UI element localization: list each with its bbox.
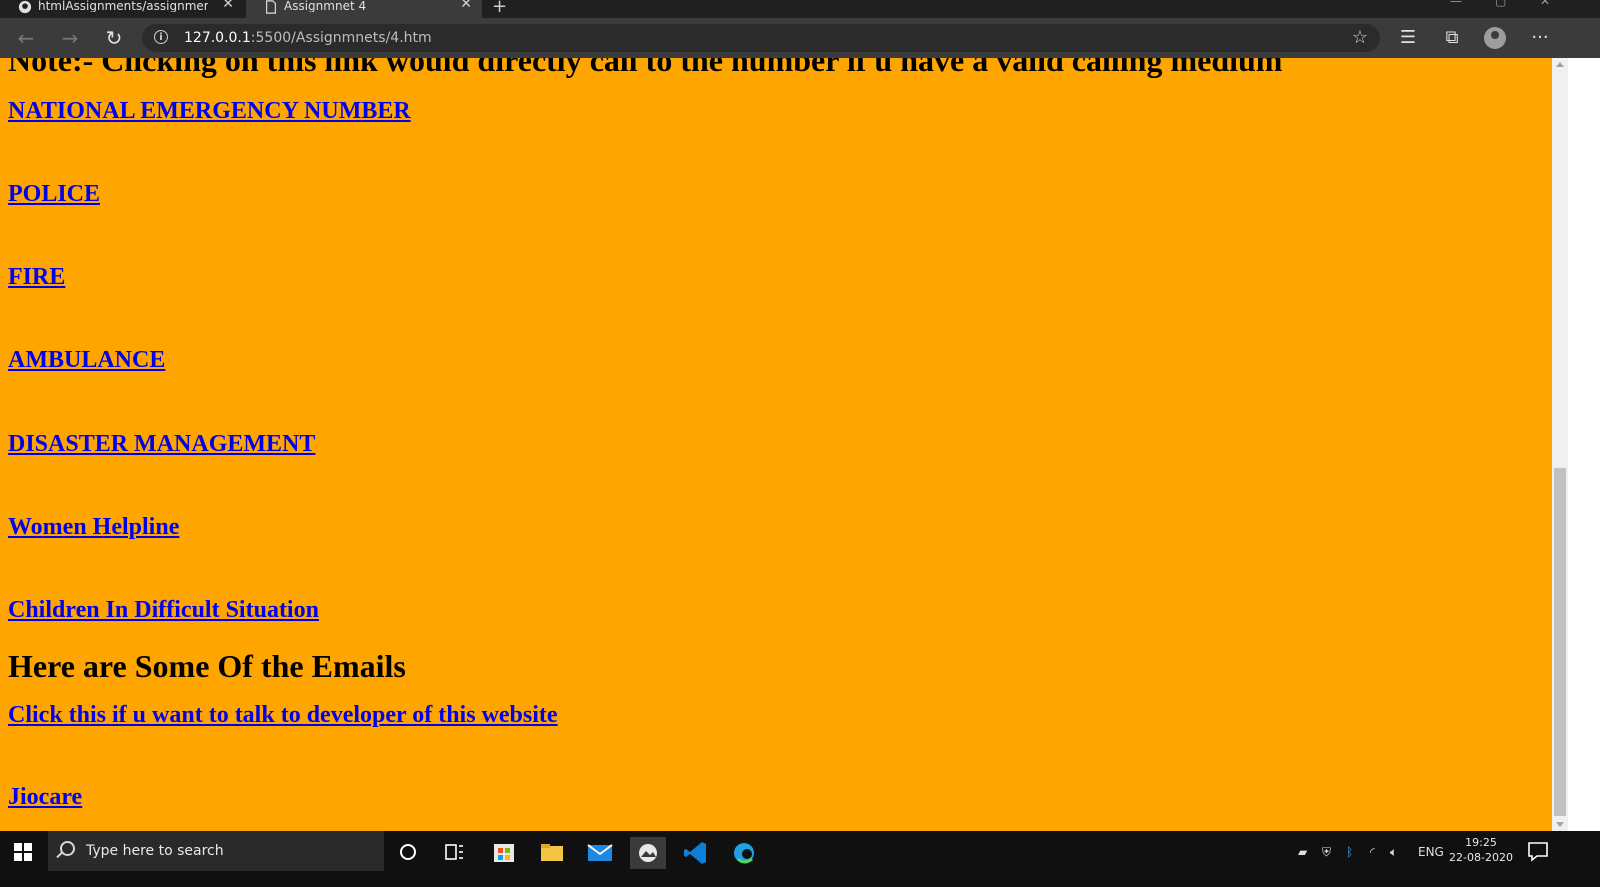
github-icon — [18, 0, 32, 14]
link-disaster-management[interactable]: DISASTER MANAGEMENT — [8, 431, 315, 458]
edge-icon[interactable] — [726, 837, 762, 869]
page-scrollbar[interactable] — [1552, 58, 1568, 831]
link-jiocare[interactable]: Jiocare — [8, 784, 82, 811]
wifi-icon[interactable]: ◜ — [1370, 845, 1375, 859]
taskbar: Type here to search ▰ ⛨ ᛒ ◜ 🔈︎ ENG 19:25… — [0, 831, 1600, 887]
windows-start-icon[interactable] — [14, 843, 32, 861]
info-icon[interactable]: i — [154, 30, 168, 44]
favorites-icon[interactable]: ☰ — [1396, 26, 1420, 50]
tab-title: htmlAssignments/assignment4 a — [38, 0, 208, 12]
scroll-thumb[interactable] — [1554, 468, 1566, 816]
link-women-helpline[interactable]: Women Helpline — [8, 514, 179, 541]
page-icon — [266, 0, 276, 14]
tab-assignment[interactable]: Assignmnet 4 ✕ — [246, 0, 482, 18]
profile-avatar[interactable] — [1484, 27, 1506, 49]
clock-date: 22-08-2020 — [1449, 851, 1513, 864]
scroll-down-icon[interactable] — [1556, 822, 1564, 827]
scroll-up-icon[interactable] — [1556, 62, 1564, 67]
minimize-icon[interactable]: — — [1450, 0, 1462, 8]
link-children-in-difficult-situation[interactable]: Children In Difficult Situation — [8, 597, 319, 624]
favorite-star-icon[interactable]: ☆ — [1352, 27, 1368, 48]
emails-heading: Here are Some Of the Emails — [8, 648, 406, 684]
close-tab-icon[interactable]: ✕ — [460, 0, 472, 11]
close-window-icon[interactable]: ✕ — [1540, 0, 1550, 8]
link-national-emergency[interactable]: NATIONAL EMERGENCY NUMBER — [8, 98, 411, 125]
link-developer-email[interactable]: Click this if u want to talk to develope… — [8, 702, 558, 729]
forward-icon[interactable]: → — [58, 26, 82, 50]
note-heading: Note:- Clicking on this link would direc… — [8, 58, 1283, 78]
store-icon[interactable] — [486, 837, 522, 869]
url-text[interactable]: 127.0.0.1:5500/Assignmnets/4.htm — [184, 30, 432, 46]
security-shield-icon[interactable]: ⛨ — [1322, 845, 1331, 860]
bluetooth-icon[interactable]: ᛒ — [1346, 845, 1353, 859]
file-explorer-icon[interactable] — [534, 837, 570, 869]
browser-toolbar: ← → ↻ i 127.0.0.1:5500/Assignmnets/4.htm… — [0, 18, 1600, 58]
language-indicator[interactable]: ENG — [1418, 845, 1444, 859]
window-edge — [1568, 58, 1600, 831]
collections-icon[interactable]: ⧉ — [1440, 26, 1464, 50]
link-fire[interactable]: FIRE — [8, 264, 65, 291]
volume-icon[interactable]: 🔈︎ — [1390, 845, 1397, 860]
clock[interactable]: 19:25 22-08-2020 — [1448, 835, 1514, 865]
task-view-icon[interactable] — [436, 837, 472, 869]
mail-icon[interactable] — [582, 837, 618, 869]
photos-icon[interactable] — [630, 837, 666, 869]
notification-center-icon[interactable] — [1520, 835, 1556, 867]
tab-title: Assignmnet 4 — [284, 0, 367, 12]
clock-time: 19:25 — [1465, 836, 1497, 849]
refresh-icon[interactable]: ↻ — [102, 26, 126, 50]
new-tab-button[interactable]: + — [492, 0, 507, 17]
restore-icon[interactable]: ▢ — [1495, 0, 1506, 8]
network-drive-icon[interactable]: ▰ — [1298, 845, 1307, 859]
address-bar[interactable]: i 127.0.0.1:5500/Assignmnets/4.htm ☆ — [142, 24, 1380, 52]
taskbar-search[interactable]: Type here to search — [48, 831, 384, 871]
tab-github[interactable]: htmlAssignments/assignment4 a ✕ — [0, 0, 244, 18]
search-icon — [60, 841, 75, 856]
page-viewport: Note:- Clicking on this link would direc… — [0, 58, 1552, 831]
cortana-icon[interactable] — [390, 837, 426, 869]
close-tab-icon[interactable]: ✕ — [222, 0, 234, 11]
back-icon[interactable]: ← — [14, 26, 38, 50]
link-police[interactable]: POLICE — [8, 181, 100, 208]
vscode-icon[interactable] — [678, 837, 714, 869]
more-menu-icon[interactable]: ··· — [1528, 26, 1552, 50]
tab-strip: htmlAssignments/assignment4 a ✕ Assignmn… — [0, 0, 1600, 18]
link-ambulance[interactable]: AMBULANCE — [8, 347, 165, 374]
search-placeholder: Type here to search — [86, 843, 224, 859]
